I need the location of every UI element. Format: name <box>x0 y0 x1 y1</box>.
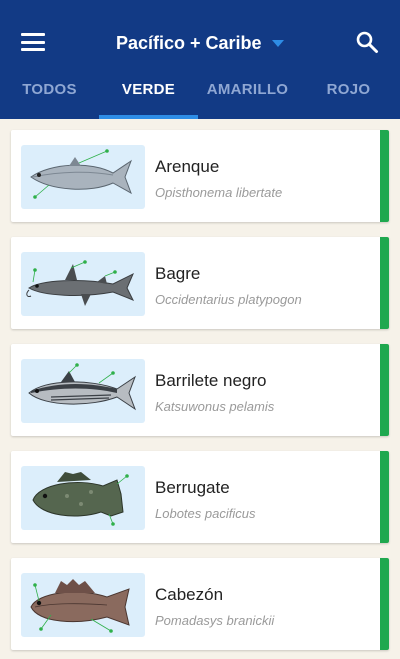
species-name: Berrugate <box>155 478 230 497</box>
herring-fish-illustration <box>21 145 145 209</box>
tab-rojo[interactable]: ROJO <box>297 74 400 119</box>
status-indicator <box>380 237 389 329</box>
species-card[interactable]: Barrilete negro Katsuwonus pelamis <box>11 344 389 436</box>
species-card[interactable]: Berrugate Lobotes pacificus <box>11 451 389 543</box>
status-indicator <box>380 451 389 543</box>
search-icon[interactable] <box>355 30 379 54</box>
tab-todos[interactable]: TODOS <box>0 74 99 119</box>
region-selector[interactable]: Pacífico + Caribe <box>116 31 284 55</box>
species-card[interactable]: Bagre Occidentarius platypogon <box>11 237 389 329</box>
species-scientific-name: Pomadasys branickii <box>155 613 275 628</box>
species-scientific-name: Lobotes pacificus <box>155 506 256 521</box>
tab-verde[interactable]: VERDE <box>99 74 198 119</box>
filter-tabs: TODOS VERDE AMARILLO ROJO <box>0 74 400 119</box>
tripletail-fish-illustration <box>21 466 145 530</box>
species-scientific-name: Opisthonema libertate <box>155 185 283 200</box>
species-list[interactable]: Arenque Opisthonema libertate Bagre Occi… <box>0 119 400 659</box>
species-name: Barrilete negro <box>155 371 267 390</box>
caret-down-icon <box>271 39 284 47</box>
status-indicator <box>380 130 389 222</box>
page-title: Pacífico + Caribe <box>116 33 262 53</box>
species-scientific-name: Katsuwonus pelamis <box>155 399 275 414</box>
species-scientific-name: Occidentarius platypogon <box>155 292 302 307</box>
species-name: Arenque <box>155 157 220 176</box>
skipjack-tuna-illustration <box>21 359 145 423</box>
status-indicator <box>380 344 389 436</box>
tab-amarillo[interactable]: AMARILLO <box>198 74 297 119</box>
species-card[interactable]: Cabezón Pomadasys branickii <box>11 558 389 650</box>
species-name: Cabezón <box>155 585 224 604</box>
app-bar: Pacífico + Caribe TODOS VERDE AMARILLO R… <box>0 0 400 119</box>
status-indicator <box>380 558 389 650</box>
menu-icon[interactable] <box>21 33 45 51</box>
species-name: Bagre <box>155 264 201 283</box>
grunt-fish-illustration <box>21 573 145 637</box>
top-bar: Pacífico + Caribe <box>0 0 400 74</box>
species-card[interactable]: Arenque Opisthonema libertate <box>11 130 389 222</box>
catfish-illustration <box>21 252 145 316</box>
